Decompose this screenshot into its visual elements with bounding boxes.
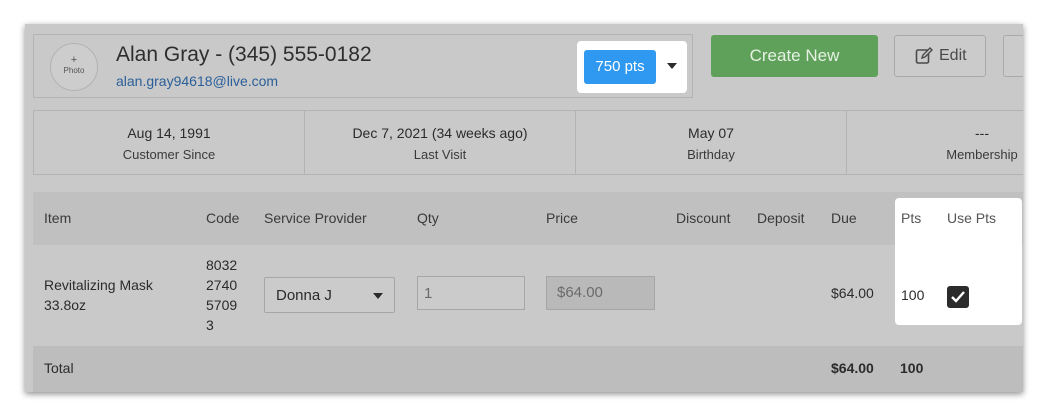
photo-label: Photo <box>63 66 85 75</box>
more-button[interactable] <box>1003 35 1023 77</box>
code-line: 5709 <box>206 297 238 313</box>
stat-value: Aug 14, 1991 <box>127 125 211 141</box>
edit-button[interactable]: Edit <box>894 35 986 77</box>
chevron-down-icon <box>373 293 383 299</box>
checkmark-icon <box>951 291 965 303</box>
item-size-line: 33.8oz <box>44 297 87 313</box>
items-table: Item Code Service Provider Qty Price Dis… <box>33 192 1023 392</box>
stat-value: --- <box>975 125 989 141</box>
service-provider-value: Donna J <box>276 287 332 304</box>
header-service-provider: Service Provider <box>264 210 367 226</box>
edit-button-label: Edit <box>939 47 967 64</box>
row-pts: 100 <box>901 287 925 303</box>
chevron-down-icon[interactable] <box>667 63 677 69</box>
use-pts-checkbox[interactable] <box>947 286 969 308</box>
stat-customer-since: Aug 14, 1991 Customer Since <box>34 111 305 174</box>
total-pts: 100 <box>900 360 924 376</box>
stat-birthday: May 07 Birthday <box>576 111 847 174</box>
header-price: Price <box>546 210 578 226</box>
stat-label: Membership <box>946 147 1018 162</box>
header-deposit: Deposit <box>757 210 805 226</box>
customer-stats: Aug 14, 1991 Customer Since Dec 7, 2021 … <box>33 110 1023 175</box>
stat-label: Customer Since <box>122 147 216 162</box>
photo-upload[interactable]: + Photo <box>50 43 98 91</box>
header-qty: Qty <box>417 210 439 226</box>
header-item: Item <box>44 210 72 226</box>
row-due: $64.00 <box>831 285 874 301</box>
code-line: 2740 <box>206 277 238 293</box>
item-name-line: Revitalizing Mask <box>44 277 153 293</box>
item-name: Revitalizing Mask 33.8oz <box>44 275 153 315</box>
create-new-button[interactable]: Create New <box>711 35 878 77</box>
stat-value: Dec 7, 2021 (34 weeks ago) <box>352 125 528 141</box>
table-row: Revitalizing Mask 33.8oz 8032 2740 5709 … <box>33 245 1023 346</box>
customer-name-phone: Alan Gray - (345) 555-0182 <box>116 43 372 66</box>
points-dropdown[interactable]: 750 pts <box>577 41 687 93</box>
stat-last-visit: Dec 7, 2021 (34 weeks ago) Last Visit <box>305 111 576 174</box>
plus-icon: + <box>70 54 78 66</box>
edit-icon <box>915 47 933 64</box>
stat-label: Last Visit <box>413 147 467 162</box>
header-discount: Discount <box>676 210 731 226</box>
stat-membership: --- Membership <box>847 111 1023 174</box>
item-code: 8032 2740 5709 3 <box>206 255 237 335</box>
price-field: $64.00 <box>546 276 655 310</box>
code-line: 8032 <box>206 257 238 273</box>
total-due: $64.00 <box>831 360 874 376</box>
header-due: Due <box>831 210 857 226</box>
table-header: Item Code Service Provider Qty Price Dis… <box>33 192 1023 245</box>
code-line: 3 <box>206 317 214 333</box>
header-code: Code <box>206 210 240 226</box>
stat-label: Birthday <box>687 147 735 162</box>
header-pts: Pts <box>901 210 922 226</box>
header-use-pts: Use Pts <box>947 210 997 226</box>
service-provider-select[interactable]: Donna J <box>264 277 395 313</box>
points-balance-badge[interactable]: 750 pts <box>584 50 656 84</box>
total-label: Total <box>44 360 74 376</box>
customer-checkout-panel: + Photo Alan Gray - (345) 555-0182 alan.… <box>25 24 1023 392</box>
customer-email-link[interactable]: alan.gray94618@live.com <box>116 73 278 89</box>
qty-input[interactable] <box>417 276 525 310</box>
table-total-row: Total $64.00 100 <box>33 346 1023 392</box>
stat-value: May 07 <box>688 125 734 141</box>
points-column-highlight: Pts Use Pts 100 <box>895 198 1022 325</box>
